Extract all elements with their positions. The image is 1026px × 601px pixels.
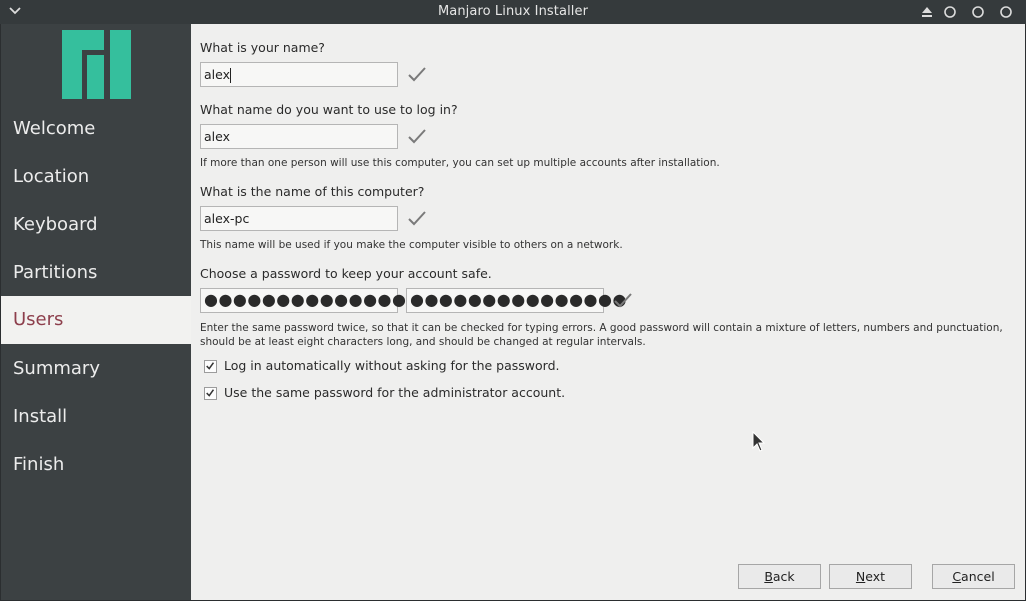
- keep-above-icon[interactable]: [920, 5, 934, 19]
- login-label: What name do you want to use to log in?: [200, 102, 458, 117]
- password-mask: ●●●●●●●●●●●●●●●: [204, 290, 421, 309]
- computer-name-valid-check-icon: [408, 211, 426, 226]
- name-valid-check-icon: [408, 67, 426, 82]
- autologin-checkbox[interactable]: [204, 360, 217, 373]
- manjaro-logo: [62, 30, 131, 99]
- sidebar: Welcome Location Keyboard Partitions Use…: [1, 24, 191, 600]
- maximize-icon[interactable]: [971, 5, 985, 19]
- sidebar-item-users[interactable]: Users: [1, 296, 191, 344]
- password-label: Choose a password to keep your account s…: [200, 266, 492, 281]
- close-icon[interactable]: [999, 5, 1013, 19]
- back-label-rest: ack: [772, 569, 795, 584]
- login-name-input[interactable]: alex: [200, 124, 398, 149]
- sidebar-item-location[interactable]: Location: [1, 153, 191, 201]
- users-page: What is your name? alex What name do you…: [191, 24, 1025, 600]
- back-button[interactable]: Back: [738, 564, 821, 589]
- minimize-icon[interactable]: [943, 5, 957, 19]
- same-admin-password-label[interactable]: Use the same password for the administra…: [224, 385, 565, 400]
- login-hint: If more than one person will use this co…: [200, 157, 720, 169]
- login-name-value: alex: [204, 129, 231, 144]
- password-confirm-mask: ●●●●●●●●●●●●●●●: [410, 290, 627, 309]
- password-input[interactable]: ●●●●●●●●●●●●●●●: [200, 288, 420, 313]
- full-name-input[interactable]: alex: [200, 62, 398, 87]
- checkmark-icon: [206, 389, 215, 397]
- password-hint: Enter the same password twice, so that i…: [200, 322, 1003, 348]
- sidebar-item-summary[interactable]: Summary: [1, 345, 191, 393]
- checkmark-icon: [206, 362, 215, 370]
- next-mnemonic: N: [855, 569, 866, 584]
- sidebar-item-keyboard[interactable]: Keyboard: [1, 201, 191, 249]
- mouse-pointer-icon: [752, 431, 766, 452]
- computer-name-hint: This name will be used if you make the c…: [200, 239, 623, 251]
- next-label-rest: ext: [865, 569, 886, 584]
- sidebar-item-install[interactable]: Install: [1, 393, 191, 441]
- computer-name-input[interactable]: alex-pc: [200, 206, 398, 231]
- autologin-label[interactable]: Log in automatically without asking for …: [224, 358, 560, 373]
- computer-name-label: What is the name of this computer?: [200, 184, 425, 199]
- same-admin-password-checkbox[interactable]: [204, 387, 217, 400]
- cancel-button[interactable]: Cancel: [932, 564, 1015, 589]
- cancel-label-rest: ancel: [961, 569, 995, 584]
- computer-name-value: alex-pc: [204, 211, 250, 226]
- cancel-mnemonic: C: [952, 569, 962, 584]
- window-title: Manjaro Linux Installer: [437, 4, 589, 19]
- title-bar: Manjaro Linux Installer: [0, 0, 1026, 24]
- sidebar-item-partitions[interactable]: Partitions: [1, 249, 191, 297]
- password-confirm-input[interactable]: ●●●●●●●●●●●●●●●: [406, 288, 626, 313]
- full-name-value: alex: [204, 67, 231, 82]
- sidebar-item-finish[interactable]: Finish: [1, 441, 191, 489]
- sidebar-item-welcome[interactable]: Welcome: [1, 105, 191, 153]
- next-button[interactable]: Next: [829, 564, 912, 589]
- name-label: What is your name?: [200, 40, 325, 55]
- login-valid-check-icon: [408, 129, 426, 144]
- password-valid-check-icon: [614, 293, 632, 308]
- back-mnemonic: B: [764, 569, 773, 584]
